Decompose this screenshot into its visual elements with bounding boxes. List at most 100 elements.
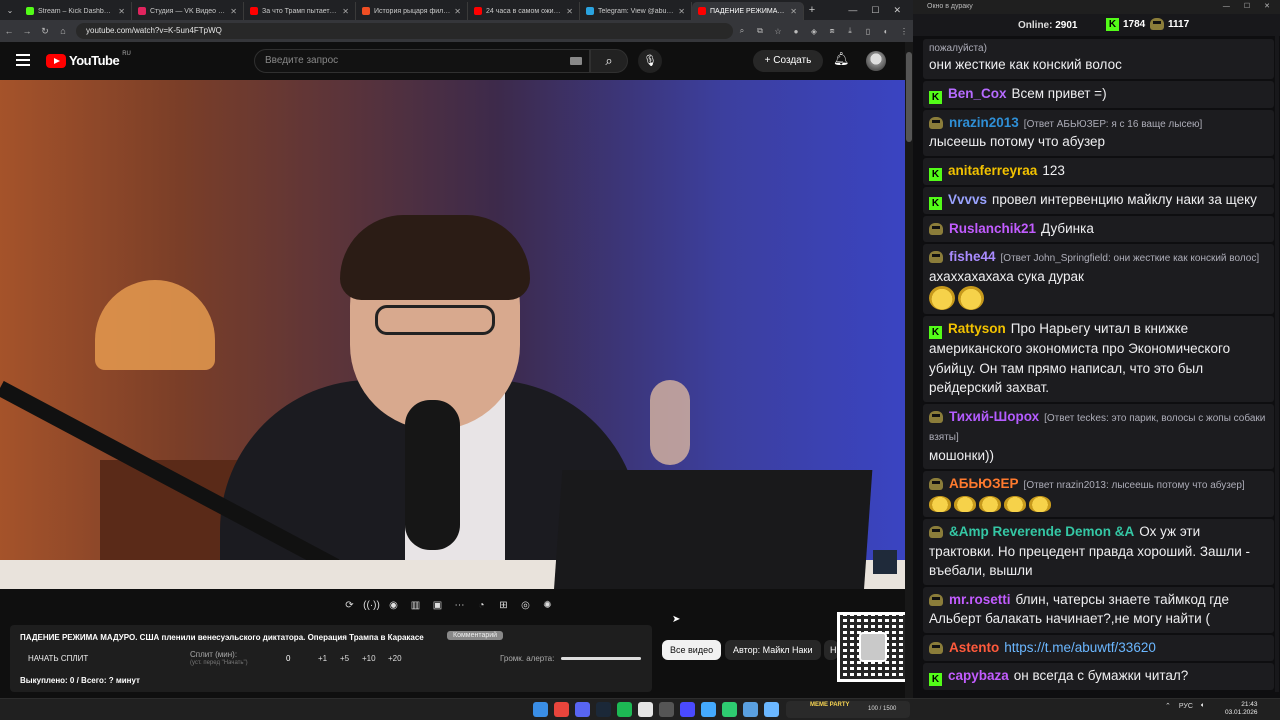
new-tab-button[interactable]: + (804, 4, 820, 16)
tab-search-icon[interactable]: ⌄ (0, 6, 20, 15)
taskbar-app-icon[interactable] (659, 702, 674, 717)
player-tool-icon[interactable]: ⊞ (494, 597, 513, 615)
chip-next[interactable]: Н (824, 640, 838, 660)
increment-20-button[interactable]: +20 (388, 654, 402, 663)
player-tool-icon[interactable]: ▥ (406, 597, 425, 615)
back-icon[interactable]: ← (0, 26, 18, 36)
chip-all-videos[interactable]: Все видео (662, 640, 722, 660)
taskbar-app-icon[interactable] (722, 702, 737, 717)
browser-tab[interactable]: Telegram: View @abuwtf ✕ (580, 2, 692, 20)
forward-icon[interactable]: → (18, 26, 36, 36)
chat-messages[interactable]: пожалуйста) они жесткие как конский волос… (923, 36, 1274, 692)
chat-username[interactable]: Ruslanchik21 (949, 221, 1036, 236)
volume-icon[interactable]: 🔈︎ (1201, 702, 1205, 710)
taskbar-app-icon[interactable] (554, 702, 569, 717)
chat-username[interactable]: Vvvvs (948, 192, 987, 207)
meme-party-widget[interactable]: MEME PARTY 100 / 1500 (786, 701, 910, 718)
chat-username[interactable]: fishe44 (949, 249, 996, 264)
chat-username[interactable]: mr.rosetti (949, 592, 1011, 607)
adblock-icon[interactable]: ◈ (805, 27, 823, 36)
start-split-button[interactable]: НАЧАТЬ СПЛИТ (28, 654, 88, 663)
chat-username[interactable]: Rattyson (948, 321, 1006, 336)
player-tool-icon[interactable]: ⟳ (340, 597, 359, 615)
split-value[interactable]: 0 (286, 654, 290, 663)
extensions-puzzle-icon[interactable]: ⧈ (823, 26, 841, 36)
notifications-bell-icon[interactable]: 🔔︎ (833, 51, 850, 67)
taskbar-app-icon[interactable] (701, 702, 716, 717)
menu-icon[interactable] (16, 54, 30, 66)
chat-link[interactable]: https://t.me/abuwtf/33620 (1004, 640, 1156, 655)
zoom-icon[interactable]: ⌕ (733, 26, 751, 36)
tab-close-icon[interactable]: ✕ (790, 7, 797, 16)
chat-username[interactable]: Astento (949, 640, 999, 655)
taskbar-app-icon[interactable] (575, 702, 590, 717)
download-icon[interactable]: ⤓ (841, 26, 859, 36)
chat-username[interactable]: anitaferreyraa (948, 163, 1037, 178)
tab-close-icon[interactable]: ✕ (566, 7, 573, 16)
page-scrollbar[interactable] (905, 42, 913, 698)
search-button[interactable]: ⌕ (590, 49, 628, 73)
search-input[interactable]: Введите запрос (254, 49, 590, 73)
chat-username[interactable]: nrazin2013 (949, 115, 1019, 130)
create-button[interactable]: + Создать (753, 50, 823, 72)
tray-chevron-icon[interactable]: ⌃ (1165, 702, 1171, 710)
browser-tab[interactable]: За что Трамп пытается убить ✕ (244, 2, 356, 20)
taskbar-app-icon[interactable] (617, 702, 632, 717)
home-icon[interactable]: ⌂ (54, 26, 72, 36)
browser-tab[interactable]: ПАДЕНИЕ РЕЖИМА МАДУ ✕ (692, 2, 804, 20)
menu-dots-icon[interactable]: ⋮ (895, 27, 913, 36)
chat-close-icon[interactable]: ✕ (1264, 0, 1270, 14)
increment-1-button[interactable]: +1 (318, 654, 327, 663)
cast-icon[interactable]: ⧉ (751, 26, 769, 36)
profile-icon[interactable]: ◐ (877, 27, 895, 36)
keyboard-icon[interactable] (570, 57, 582, 65)
video-player[interactable] (0, 80, 905, 589)
player-tool-icon[interactable]: ▣ (428, 597, 447, 615)
alert-volume-slider[interactable] (561, 657, 641, 660)
player-tool-icon[interactable]: ✺ (538, 597, 557, 615)
clock[interactable]: 21:43 03.01.2026 (1225, 701, 1258, 717)
tab-close-icon[interactable]: ✕ (118, 7, 125, 16)
browser-tab[interactable]: История рыцаря фильм, 20 ✕ (356, 2, 468, 20)
youtube-logo[interactable]: YouTube RU (46, 51, 131, 68)
extension-icon[interactable]: ● (787, 27, 805, 36)
browser-tab[interactable]: 24 часа в самом ожидаемом ✕ (468, 2, 580, 20)
chat-username[interactable]: &Amp Reverende Demon &A (949, 524, 1134, 539)
player-tool-icon[interactable]: ◉ (384, 597, 403, 615)
tab-close-icon[interactable]: ✕ (454, 7, 461, 16)
voice-search-button[interactable]: 🎙︎ (638, 49, 662, 73)
browser-tab[interactable]: Студия — VK Видео Live ✕ (132, 2, 244, 20)
taskbar-app-icon[interactable] (764, 702, 779, 717)
browser-tab[interactable]: Stream – Kick Dashboard ✕ (20, 2, 132, 20)
url-field[interactable]: youtube.com/watch?v=K-5un4FTpWQ (76, 23, 733, 39)
page-scrollbar-thumb[interactable] (906, 52, 912, 142)
avatar[interactable] (866, 51, 886, 71)
channel-watermark[interactable] (873, 550, 897, 574)
tab-close-icon[interactable]: ✕ (230, 7, 237, 16)
increment-10-button[interactable]: +10 (362, 654, 376, 663)
player-tool-icon[interactable]: ◔ (472, 597, 491, 615)
increment-5-button[interactable]: +5 (340, 654, 349, 663)
chat-maximize-icon[interactable]: ☐ (1244, 0, 1250, 14)
player-tool-icon[interactable]: ((·)) (362, 597, 381, 615)
chat-username[interactable]: Тихий-Шорох (949, 409, 1039, 424)
player-tool-icon[interactable]: ⋯ (450, 597, 469, 615)
chat-minimize-icon[interactable]: — (1223, 0, 1230, 14)
bookmark-star-icon[interactable]: ☆ (769, 27, 787, 36)
chat-username[interactable]: АБЬЮЗЕР (949, 476, 1019, 491)
taskbar-app-icon[interactable] (596, 702, 611, 717)
taskbar-app-icon[interactable] (743, 702, 758, 717)
taskbar-app-icon[interactable] (638, 702, 653, 717)
player-tool-icon[interactable]: ◎ (516, 597, 535, 615)
chat-scrollbar[interactable] (1275, 36, 1279, 692)
taskbar-app-icon[interactable] (533, 702, 548, 717)
sidebar-icon[interactable]: ▯ (859, 27, 877, 36)
chat-username[interactable]: capybaza (948, 668, 1009, 683)
taskbar-app-icon[interactable] (680, 702, 695, 717)
chat-username[interactable]: Ben_Cox (948, 86, 1007, 101)
minimize-icon[interactable]: — (848, 5, 857, 16)
tab-close-icon[interactable]: ✕ (678, 7, 685, 16)
close-icon[interactable]: ✕ (893, 5, 901, 16)
tab-close-icon[interactable]: ✕ (342, 7, 349, 16)
maximize-icon[interactable]: ☐ (871, 5, 879, 16)
